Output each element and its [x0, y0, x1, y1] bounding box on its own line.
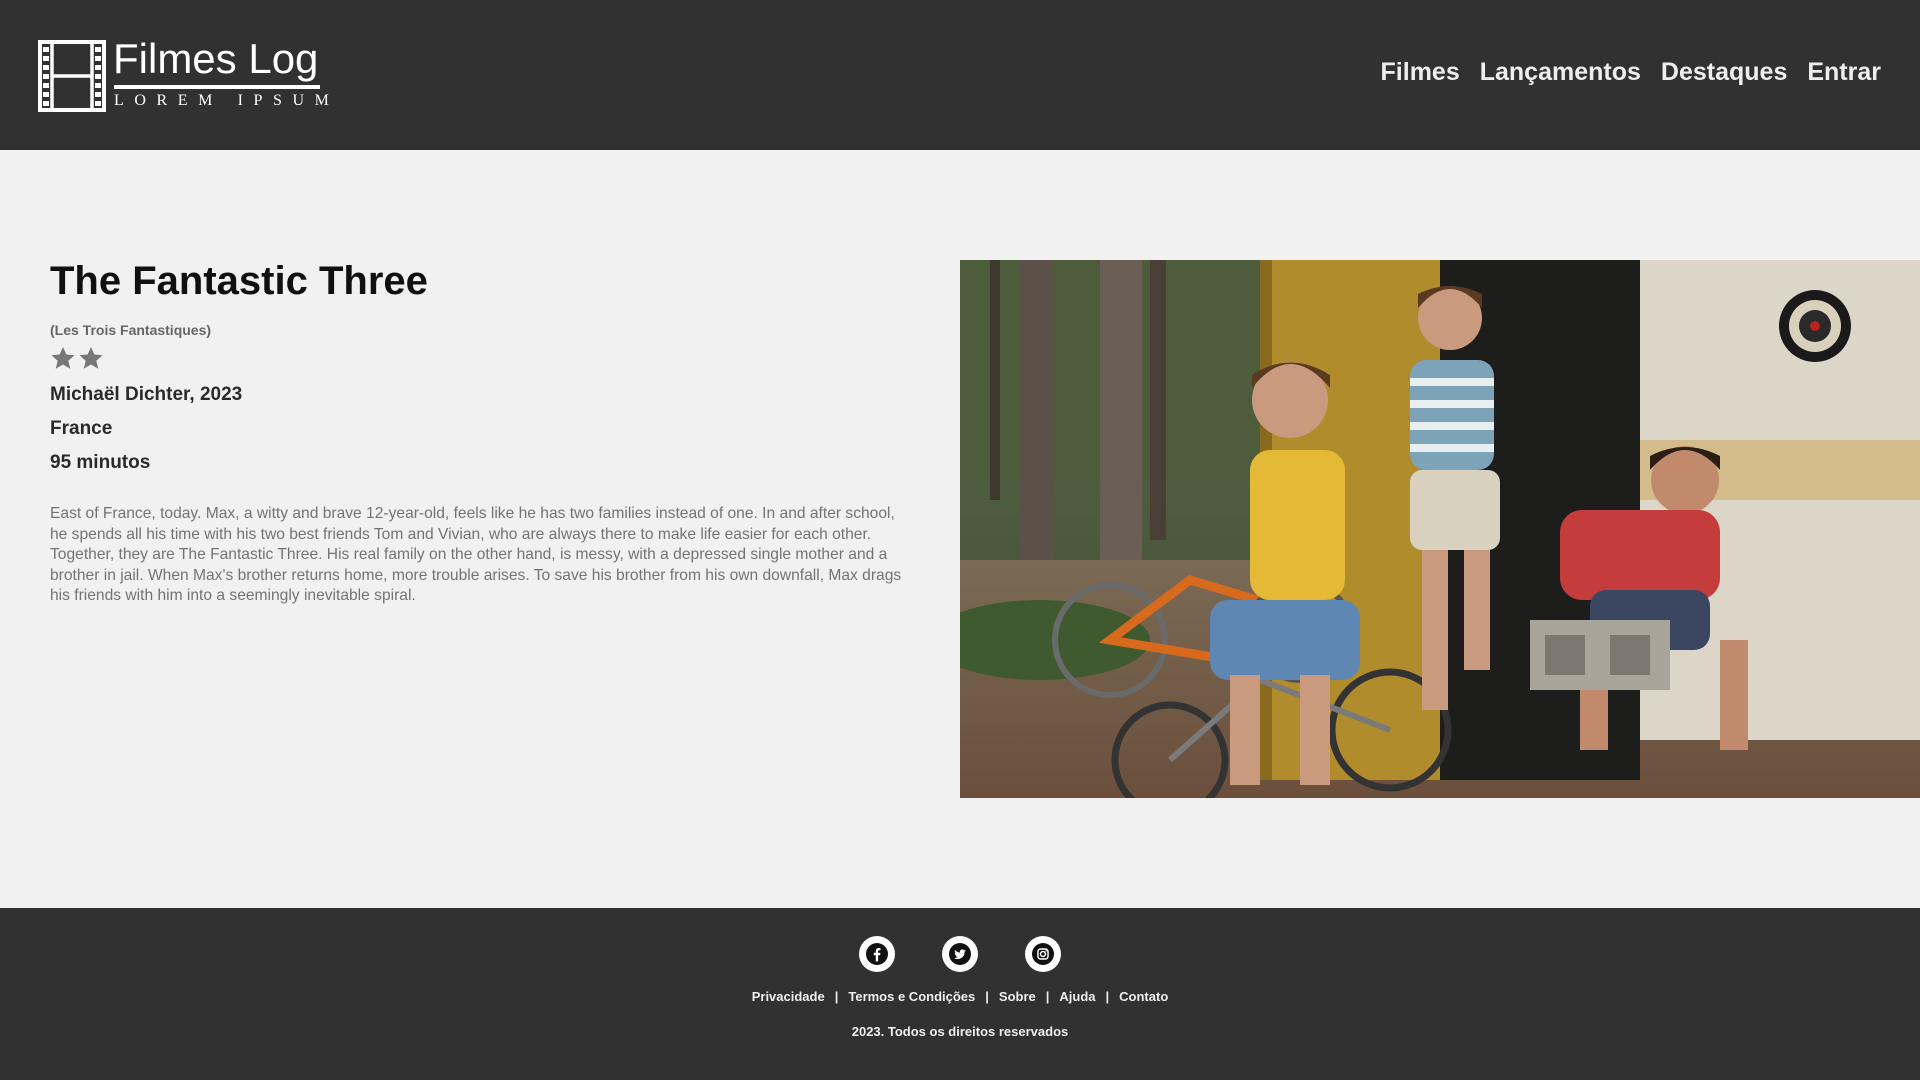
footer-separator: |: [1105, 989, 1110, 1004]
twitter-link[interactable]: [942, 936, 978, 972]
footer-links: Privacidade | Termos e Condições | Sobre…: [0, 989, 1920, 1004]
copyright-text: 2023. Todos os direitos reservados: [851, 1024, 1069, 1039]
twitter-icon: [949, 943, 971, 965]
movie-original-title: (Les Trois Fantastiques): [50, 322, 212, 338]
footer-link-ajuda[interactable]: Ajuda: [1059, 989, 1095, 1004]
movie-title: The Fantastic Three: [50, 259, 428, 303]
film-strip-icon: [38, 40, 106, 112]
star-icon: [51, 346, 75, 369]
logo-title: Filmes Log: [113, 35, 319, 82]
site-footer: Privacidade | Termos e Condições | Sobre…: [0, 908, 1920, 1080]
logo-subtitle: Lorem Ipsum: [114, 92, 340, 109]
nav-link-lancamentos[interactable]: Lançamentos: [1480, 58, 1641, 87]
footer-link-contato[interactable]: Contato: [1119, 989, 1168, 1004]
movie-duration: 95 minutos: [50, 452, 151, 473]
movie-director-year: Michaël Dichter, 2023: [50, 384, 243, 405]
movie-still-image: [960, 260, 1920, 798]
movie-country: France: [50, 418, 113, 439]
site-header: Filmes Log Lorem Ipsum Filmes Lançamento…: [0, 0, 1920, 150]
site-logo[interactable]: Filmes Log Lorem Ipsum: [38, 35, 329, 114]
instagram-icon: [1032, 943, 1054, 965]
logo-divider: [114, 85, 320, 89]
star-rating: [50, 344, 910, 372]
movie-details: The Fantastic Three (Les Trois Fantastiq…: [50, 258, 910, 607]
nav-link-filmes[interactable]: Filmes: [1381, 58, 1460, 87]
facebook-link[interactable]: [859, 936, 895, 972]
main-nav: Filmes Lançamentos Destaques Entrar: [1381, 58, 1881, 87]
movie-synopsis: East of France, today. Max, a witty and …: [50, 505, 902, 605]
star-icon: [79, 346, 103, 369]
facebook-icon: [866, 943, 888, 965]
social-links: [0, 936, 1920, 972]
footer-link-termos[interactable]: Termos e Condições: [848, 989, 975, 1004]
footer-separator: |: [834, 989, 839, 1004]
footer-link-privacidade[interactable]: Privacidade: [752, 989, 825, 1004]
nav-link-entrar[interactable]: Entrar: [1807, 58, 1881, 87]
footer-link-sobre[interactable]: Sobre: [999, 989, 1036, 1004]
footer-separator: |: [985, 989, 989, 1004]
instagram-link[interactable]: [1025, 936, 1061, 972]
nav-link-destaques[interactable]: Destaques: [1661, 58, 1787, 87]
footer-separator: |: [1045, 989, 1050, 1004]
